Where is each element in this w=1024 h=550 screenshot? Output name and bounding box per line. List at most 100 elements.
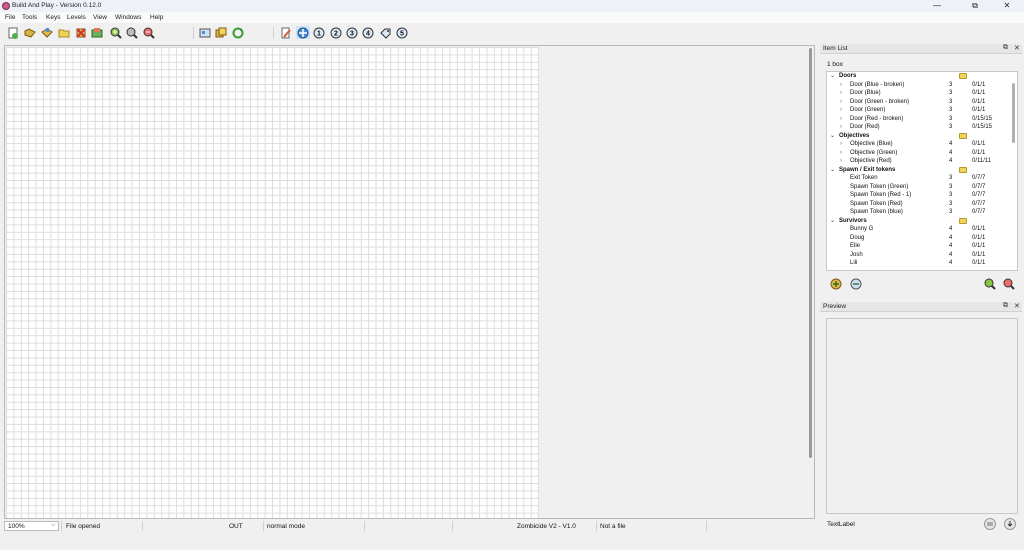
chevron-right-icon[interactable]: › — [840, 115, 842, 124]
level-4-button[interactable]: 4 — [361, 26, 375, 39]
preview-layer-button[interactable] — [984, 518, 996, 530]
tree-item[interactable]: Spawn Token (Red) 3 0/7/7 — [827, 200, 1017, 209]
item-count: 0/7/7 — [972, 192, 986, 198]
zoom-out-icon — [1003, 278, 1015, 290]
chevron-right-icon[interactable]: › — [840, 81, 842, 90]
menu-windows[interactable]: Windows — [115, 14, 141, 21]
tree-item[interactable]: › Door (Red - broken) 3 0/15/15 — [827, 115, 1017, 124]
item-quantity: 3 — [949, 107, 953, 113]
item-name: Objective (Red) — [850, 158, 892, 164]
tree-group[interactable]: ⌄ Objectives — [827, 132, 1017, 141]
delete-button[interactable] — [74, 26, 88, 39]
menu-tools[interactable]: Tools — [22, 14, 37, 21]
list-zoom-in-button[interactable] — [983, 277, 996, 290]
level-1-button[interactable]: 1 — [312, 26, 326, 39]
chevron-right-icon[interactable]: › — [840, 149, 842, 158]
tree-item[interactable]: › Objective (Green) 4 0/1/1 — [827, 149, 1017, 158]
chevron-right-icon[interactable]: › — [840, 123, 842, 132]
chevron-down-icon[interactable]: ⌄ — [830, 166, 835, 175]
zoom-reset-icon — [126, 27, 138, 39]
canvas-vertical-scrollbar[interactable] — [807, 48, 813, 516]
save-button[interactable] — [40, 26, 54, 39]
canvas-scroll-thumb[interactable] — [809, 48, 812, 458]
tree-group[interactable]: ⌄ Spawn / Exit tokens — [827, 166, 1017, 175]
menu-keys[interactable]: Keys — [46, 14, 60, 21]
box-icon — [959, 166, 967, 173]
close-button[interactable]: ✕ — [990, 0, 1024, 12]
zoom-in-button[interactable] — [109, 26, 123, 39]
level-5-button[interactable]: 5 — [395, 26, 409, 39]
tree-item[interactable]: Doug 4 0/1/1 — [827, 234, 1017, 243]
menu-file[interactable]: File — [5, 14, 15, 21]
item-name: Doug — [850, 234, 865, 241]
menu-levels[interactable]: Levels — [67, 14, 86, 21]
app-icon — [2, 2, 10, 10]
tree-item[interactable]: Lili 4 0/1/1 — [827, 259, 1017, 268]
item-list-tree[interactable]: ⌄ Doors › Door (Blue - broken) 3 0/1/1 › Door (… — [826, 71, 1018, 271]
add-item-button[interactable] — [829, 277, 842, 290]
tree-item[interactable]: Bunny G 4 0/1/1 — [827, 225, 1017, 234]
float-panel-icon[interactable]: ⧉ — [1003, 302, 1008, 310]
tree-item[interactable]: Spawn Token (Green) 3 0/7/7 — [827, 183, 1017, 192]
tree-item[interactable]: › Door (Green) 3 0/1/1 — [827, 106, 1017, 115]
level-2-button[interactable]: 2 — [329, 26, 343, 39]
chevron-right-icon[interactable]: › — [840, 106, 842, 115]
level-3-button[interactable]: 3 — [345, 26, 359, 39]
tree-item[interactable]: › Objective (Red) 4 0/11/11 — [827, 157, 1017, 166]
open-button[interactable] — [23, 26, 37, 39]
item-list-scrollbar[interactable] — [1011, 73, 1017, 269]
item-quantity: 3 — [949, 81, 953, 88]
maximize-button[interactable]: ⧉ — [958, 0, 992, 12]
tree-item[interactable]: › Door (Blue) 3 0/1/1 — [827, 89, 1017, 98]
chevron-right-icon[interactable]: › — [840, 89, 842, 98]
board-button[interactable] — [198, 26, 212, 39]
status-bar: 100% ⌵ File opened OUT normal mode Zombi… — [0, 520, 815, 532]
zoom-reset-button[interactable] — [125, 26, 139, 39]
tag-button[interactable] — [378, 26, 392, 39]
list-zoom-out-button[interactable] — [1002, 277, 1015, 290]
item-list-scroll-thumb[interactable] — [1012, 83, 1015, 143]
menu-view[interactable]: View — [93, 14, 107, 21]
tiles-button[interactable] — [214, 26, 228, 39]
close-panel-icon[interactable]: ✕ — [1014, 44, 1020, 52]
chevron-down-icon[interactable]: ⌄ — [830, 217, 835, 226]
tree-item[interactable]: Spawn Token (blue) 3 0/7/7 — [827, 208, 1017, 217]
remove-item-button[interactable] — [849, 277, 862, 290]
item-quantity: 4 — [949, 251, 953, 258]
chevron-down-icon[interactable]: ⌄ — [830, 72, 835, 81]
tree-rows: ⌄ Doors › Door (Blue - broken) 3 0/1/1 › Door (… — [827, 72, 1017, 268]
preview-download-button[interactable] — [1004, 518, 1016, 530]
menu-help[interactable]: Help — [150, 14, 163, 21]
refresh-button[interactable] — [231, 26, 245, 39]
export-button[interactable] — [90, 26, 104, 39]
chevron-right-icon[interactable]: › — [840, 157, 842, 166]
item-quantity: 4 — [949, 141, 953, 147]
tree-item[interactable]: Josh 4 0/1/1 — [827, 251, 1017, 260]
zoom-out-button[interactable] — [142, 26, 156, 39]
tree-item[interactable]: Elle 4 0/1/1 — [827, 242, 1017, 251]
item-name: Spawn Token (Red) — [850, 200, 903, 207]
board-grid[interactable] — [6, 47, 539, 518]
tree-item[interactable]: Exit Token 3 0/7/7 — [827, 174, 1017, 183]
tree-item[interactable]: › Objective (Blue) 4 0/1/1 — [827, 140, 1017, 149]
float-panel-icon[interactable]: ⧉ — [1003, 44, 1008, 52]
tree-item[interactable]: Spawn Token (Red - 1) 3 0/7/7 — [827, 191, 1017, 200]
zoom-select[interactable]: 100% ⌵ — [4, 521, 59, 531]
new-file-button[interactable] — [6, 26, 20, 39]
board-canvas[interactable] — [4, 45, 815, 519]
tree-group[interactable]: ⌄ Doors — [827, 72, 1017, 81]
item-quantity: 3 — [949, 124, 953, 130]
chevron-right-icon[interactable]: › — [840, 140, 842, 149]
edit-level-button[interactable] — [279, 26, 293, 39]
close-panel-icon[interactable]: ✕ — [1014, 302, 1020, 310]
tree-group[interactable]: ⌄ Survivors — [827, 217, 1017, 226]
tree-item[interactable]: › Door (Blue - broken) 3 0/1/1 — [827, 81, 1017, 90]
minimize-button[interactable]: — — [920, 0, 954, 12]
chevron-down-icon[interactable]: ⌄ — [830, 132, 835, 141]
tree-item[interactable]: › Door (Red) 3 0/15/15 — [827, 123, 1017, 132]
chevron-right-icon[interactable]: › — [840, 98, 842, 107]
move-button[interactable] — [296, 26, 310, 39]
tree-item[interactable]: › Door (Green - broken) 3 0/1/1 — [827, 98, 1017, 107]
folder-button[interactable] — [57, 26, 71, 39]
item-quantity: 4 — [949, 149, 953, 156]
